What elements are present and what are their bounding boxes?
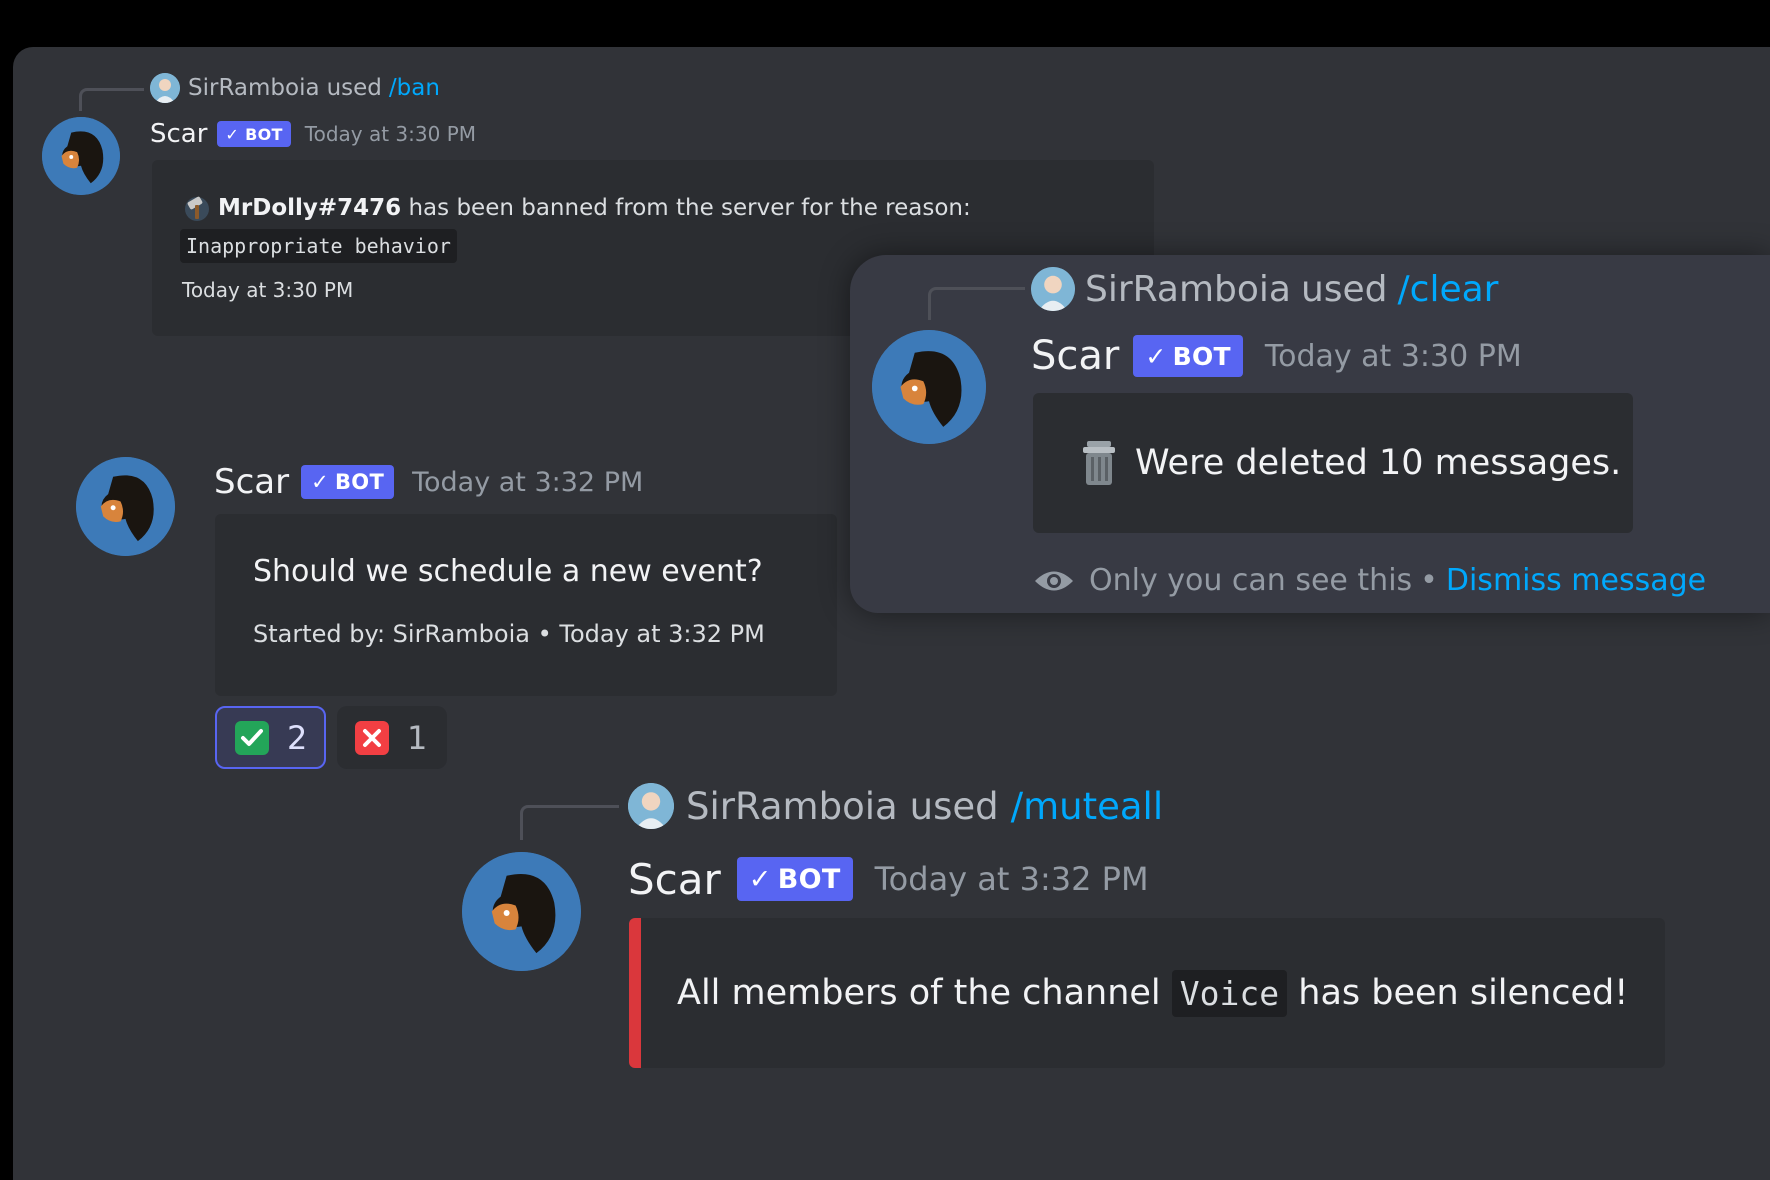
timestamp[interactable]: Today at 3:30 PM — [305, 122, 476, 146]
author-name[interactable]: Scar — [150, 119, 207, 149]
ban-reason: Inappropriate behavior — [180, 229, 457, 263]
reply-header[interactable]: SirRamboia used /clear — [1031, 266, 1498, 312]
dismiss-message-link[interactable]: Dismiss message — [1446, 563, 1706, 598]
ephemeral-text: Only you can see this — [1089, 562, 1413, 598]
author-name[interactable]: Scar — [628, 855, 721, 904]
muteall-text-after: has been silenced! — [1287, 973, 1629, 1013]
ephemeral-note: Only you can see this • Dismiss message — [1033, 558, 1706, 602]
reply-header[interactable]: SirRamboia used /muteall — [628, 782, 1163, 830]
muteall-text-before: All members of the channel — [677, 973, 1172, 1013]
bot-badge: ✓ BOT — [1133, 335, 1243, 377]
timestamp[interactable]: Today at 3:30 PM — [1265, 339, 1522, 374]
bot-badge: ✓ BOT — [217, 121, 291, 147]
poll-question: Should we schedule a new event? — [253, 554, 763, 589]
check-icon: ✓ — [1145, 341, 1167, 371]
ban-hammer-icon — [182, 193, 212, 223]
check-icon: ✓ — [311, 470, 329, 494]
timestamp[interactable]: Today at 3:32 PM — [412, 467, 643, 498]
muteall-line: All members of the channel Voice has bee… — [677, 967, 1628, 1019]
trash-icon — [1081, 439, 1117, 487]
bot-badge: ✓ BOT — [301, 465, 395, 499]
reaction-cross-button[interactable]: 1 — [337, 706, 447, 769]
reply-used-text: used — [909, 784, 999, 828]
clear-embed: Were deleted 10 messages. — [1033, 393, 1633, 533]
muteall-embed: All members of the channel Voice has bee… — [629, 918, 1665, 1068]
reply-username[interactable]: SirRamboia — [686, 785, 898, 828]
ban-line: MrDolly#7476 has been banned from the se… — [182, 192, 971, 224]
embed-footer: Today at 3:30 PM — [182, 278, 354, 302]
author-name[interactable]: Scar — [1031, 333, 1119, 379]
sirramboia-avatar[interactable] — [150, 73, 180, 103]
message-header: Scar ✓ BOT Today at 3:30 PM — [1031, 328, 1522, 384]
scar-avatar[interactable] — [76, 457, 175, 556]
reply-connector — [520, 805, 619, 840]
message-header: Scar ✓ BOT Today at 3:30 PM — [150, 116, 476, 152]
reply-username[interactable]: SirRamboia — [188, 75, 320, 101]
scar-avatar[interactable] — [42, 117, 120, 195]
message-header: Scar ✓ BOT Today at 3:32 PM — [628, 850, 1149, 908]
sirramboia-avatar[interactable] — [628, 783, 674, 829]
badge-label: BOT — [245, 124, 283, 144]
reaction-check — [235, 720, 269, 755]
scar-avatar[interactable] — [462, 852, 581, 971]
author-name[interactable]: Scar — [214, 462, 289, 502]
reaction-check-button[interactable]: 2 — [215, 706, 326, 769]
reaction-count: 2 — [287, 718, 308, 757]
channel-code: Voice — [1171, 969, 1288, 1017]
clear-line: Were deleted 10 messages. — [1081, 435, 1621, 491]
poll-embed: Should we schedule a new event? Started … — [215, 514, 837, 696]
reaction-count: 1 — [407, 718, 428, 757]
reply-command[interactable]: /clear — [1398, 269, 1499, 310]
badge-label: BOT — [777, 863, 841, 895]
poll-footer: Started by: SirRamboia • Today at 3:32 P… — [253, 620, 765, 648]
reply-command[interactable]: /muteall — [1011, 785, 1163, 828]
reply-username[interactable]: SirRamboia — [1085, 269, 1291, 310]
scar-avatar[interactable] — [872, 330, 986, 444]
reply-used-text: used — [1300, 268, 1388, 310]
badge-label: BOT — [1172, 341, 1231, 371]
badge-label: BOT — [335, 470, 385, 494]
eye-icon — [1033, 567, 1075, 593]
reply-command[interactable]: /ban — [389, 75, 440, 101]
reply-header[interactable]: SirRamboia used /ban — [150, 72, 440, 104]
sirramboia-avatar[interactable] — [1031, 267, 1075, 311]
clear-text: Were deleted 10 messages. — [1135, 443, 1622, 483]
banned-user[interactable]: MrDolly#7476 — [218, 195, 401, 221]
reaction-cross — [355, 720, 389, 755]
ban-text: has been banned from the server for the … — [401, 195, 971, 221]
reply-connector — [79, 88, 144, 111]
reply-used-text: used — [326, 75, 382, 101]
check-icon: ✓ — [748, 863, 772, 895]
timestamp[interactable]: Today at 3:32 PM — [875, 860, 1149, 898]
check-icon: ✓ — [225, 124, 240, 144]
reply-connector — [928, 287, 1025, 320]
bot-badge: ✓ BOT — [736, 857, 853, 901]
separator: • — [1420, 562, 1438, 598]
message-header: Scar ✓ BOT Today at 3:32 PM — [214, 458, 643, 506]
